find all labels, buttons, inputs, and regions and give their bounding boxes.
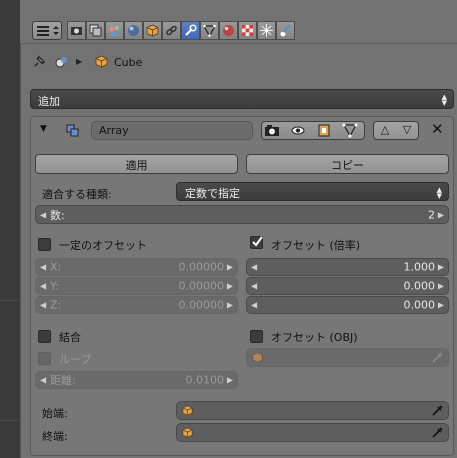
constant-offset-y-field[interactable]: ◀ Y: 0.00000 ▶ [35, 277, 238, 295]
object-offset-checkbox[interactable] [250, 330, 263, 343]
modifier-name-field[interactable]: Array [91, 121, 253, 140]
merge-distance-field[interactable]: ◀ 距離: 0.0100 ▶ [35, 371, 238, 389]
decrement-arrow-icon[interactable]: ◀ [40, 210, 46, 219]
loop-checkbox[interactable] [38, 352, 51, 365]
remove-modifier-close-icon[interactable]: ✕ [431, 120, 444, 138]
start-cap-field[interactable] [176, 401, 449, 420]
object-offset-label: オフセット (OBJ) [271, 331, 358, 344]
cube-icon [182, 405, 193, 416]
array-modifier-icon [66, 124, 79, 137]
merge-label: 結合 [59, 331, 81, 344]
increment-arrow-icon[interactable]: ▶ [438, 301, 444, 310]
checkmark-icon [252, 236, 263, 247]
object-context-icon [55, 57, 67, 68]
modifiers-tab-icon[interactable] [181, 21, 200, 40]
world-tab-icon[interactable] [124, 21, 143, 40]
constant-offset-checkbox[interactable] [38, 238, 51, 251]
render-layers-tab-icon[interactable] [86, 21, 105, 40]
render-tab-icon[interactable] [67, 21, 86, 40]
add-modifier-dropdown[interactable]: 追加 ▲ ▼ [30, 89, 454, 109]
fit-type-dropdown[interactable]: 定数で指定 ▲ ▼ [176, 182, 449, 201]
object-tab-icon[interactable] [143, 21, 162, 40]
merge-checkbox[interactable] [38, 330, 51, 343]
decrement-arrow-icon[interactable]: ◀ [40, 376, 46, 385]
increment-arrow-icon[interactable]: ▶ [227, 282, 233, 291]
editor-type-button[interactable] [32, 21, 62, 40]
decrement-arrow-icon[interactable]: ◀ [251, 263, 257, 272]
object-offset-field[interactable] [246, 348, 449, 367]
render-toggle-icon[interactable] [264, 123, 280, 138]
texture-tab-icon[interactable] [238, 21, 257, 40]
loop-label: ループ [59, 353, 92, 366]
cage-toggle-icon[interactable] [342, 123, 358, 138]
count-field[interactable]: ◀ 数: 2 ▶ [35, 205, 449, 224]
increment-arrow-icon[interactable]: ▶ [227, 376, 233, 385]
relative-offset-checkbox[interactable] [250, 236, 263, 249]
dropdown-arrows-icon: ▲ ▼ [436, 186, 442, 200]
breadcrumb-object-name: Cube [114, 56, 143, 69]
relative-offset-x-field[interactable]: ◀ 1.000 ▶ [246, 258, 449, 276]
collapse-arrow-icon[interactable]: ▼ [40, 124, 47, 134]
eyedropper-icon[interactable] [431, 404, 444, 417]
end-cap-label: 終端: [42, 430, 68, 443]
cube-icon [95, 55, 108, 68]
3d-viewport-edge [0, 0, 20, 458]
decrement-arrow-icon[interactable]: ◀ [251, 301, 257, 310]
end-cap-field[interactable] [176, 423, 449, 442]
scene-tab-icon[interactable] [105, 21, 124, 40]
mesh-data-tab-icon[interactable] [200, 21, 219, 40]
decrement-arrow-icon[interactable]: ◀ [251, 282, 257, 291]
realtime-toggle-icon[interactable] [290, 123, 306, 138]
particles-tab-icon[interactable] [257, 21, 276, 40]
breadcrumb-arrow-icon: ▶ [76, 57, 83, 66]
increment-arrow-icon[interactable]: ▶ [227, 301, 233, 310]
decrement-arrow-icon[interactable]: ◀ [40, 282, 46, 291]
cube-icon [252, 352, 263, 363]
relative-offset-label: オフセット (倍率) [271, 239, 361, 252]
add-modifier-label: 追加 [38, 95, 60, 108]
decrement-arrow-icon[interactable]: ◀ [40, 301, 46, 310]
constraints-tab-icon[interactable] [162, 21, 181, 40]
fit-type-label: 適合する種類: [42, 188, 112, 201]
increment-arrow-icon[interactable]: ▶ [438, 263, 444, 272]
pin-icon[interactable] [32, 55, 46, 69]
constant-offset-x-field[interactable]: ◀ X: 0.00000 ▶ [35, 258, 238, 276]
cube-icon [182, 427, 193, 438]
increment-arrow-icon[interactable]: ▶ [227, 263, 233, 272]
eyedropper-icon[interactable] [431, 426, 444, 439]
properties-editor-icon [37, 26, 59, 36]
relative-offset-z-field[interactable]: ◀ 0.000 ▶ [246, 296, 449, 314]
physics-tab-icon[interactable] [276, 21, 295, 40]
relative-offset-y-field[interactable]: ◀ 0.000 ▶ [246, 277, 449, 295]
material-tab-icon[interactable] [219, 21, 238, 40]
editmode-toggle-icon[interactable] [316, 123, 332, 138]
increment-arrow-icon[interactable]: ▶ [438, 282, 444, 291]
start-cap-label: 始端: [42, 407, 68, 420]
increment-arrow-icon[interactable]: ▶ [438, 210, 444, 219]
copy-button[interactable]: コピー [246, 154, 449, 174]
apply-button[interactable]: 適用 [35, 154, 238, 174]
dropdown-arrows-icon: ▲ ▼ [441, 93, 447, 107]
constant-offset-z-field[interactable]: ◀ Z: 0.00000 ▶ [35, 296, 238, 314]
move-up-button[interactable]: △ [376, 123, 394, 136]
constant-offset-label: 一定のオフセット [59, 239, 147, 252]
eyedropper-icon[interactable] [431, 351, 444, 364]
move-down-button[interactable]: ▽ [398, 123, 416, 136]
decrement-arrow-icon[interactable]: ◀ [40, 263, 46, 272]
